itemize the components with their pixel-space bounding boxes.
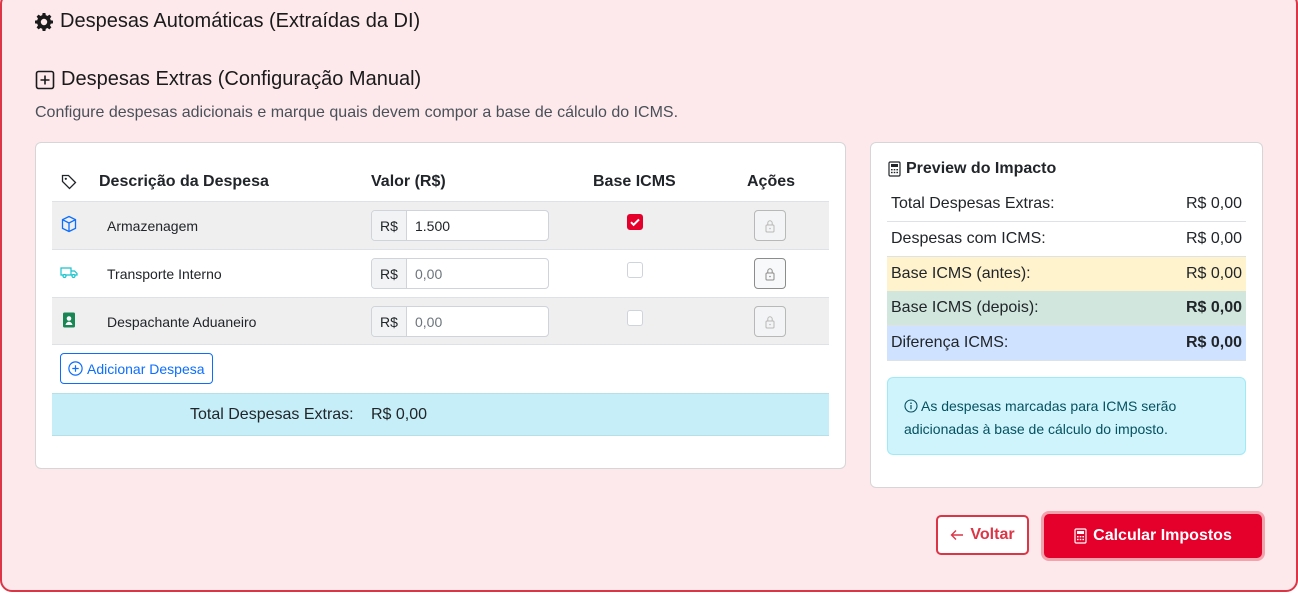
expense-value-input[interactable]: 1.500 xyxy=(407,211,548,240)
plus-square-icon xyxy=(35,70,55,90)
icms-checkbox[interactable] xyxy=(627,214,643,230)
total-row: Total Despesas Extras: R$ 0,00 xyxy=(52,393,829,436)
lock-button[interactable] xyxy=(754,258,786,289)
lock-button[interactable] xyxy=(754,210,786,241)
currency-prefix: R$ xyxy=(372,307,407,336)
preview-label: Despesas com ICMS: xyxy=(891,230,1046,247)
auto-expenses-title: Despesas Automáticas (Extraídas da DI) xyxy=(60,10,421,32)
lock-icon xyxy=(764,219,776,233)
lock-button[interactable] xyxy=(754,306,786,337)
preview-label: Diferença ICMS: xyxy=(891,334,1009,351)
tag-icon xyxy=(61,174,77,190)
lock-icon xyxy=(764,315,776,329)
expense-value-group: R$ 0,00 xyxy=(371,258,549,289)
preview-label: Base ICMS (depois): xyxy=(891,299,1039,316)
back-label: Voltar xyxy=(970,526,1015,543)
expenses-card: Descrição da Despesa Valor (R$) Base ICM… xyxy=(35,142,846,469)
preview-value: R$ 0,00 xyxy=(1185,195,1242,212)
extra-expenses-header: Despesas Extras (Configuração Manual) xyxy=(35,68,421,91)
preview-card: Preview do Impacto Total Despesas Extras… xyxy=(870,142,1263,488)
arrow-left-icon xyxy=(950,529,964,541)
preview-label: Total Despesas Extras: xyxy=(891,195,1055,212)
expense-value-input[interactable]: 0,00 xyxy=(407,307,548,336)
table-header: Descrição da Despesa Valor (R$) Base ICM… xyxy=(52,169,829,201)
currency-prefix: R$ xyxy=(372,211,407,240)
preview-row: Base ICMS (depois): R$ 0,00 xyxy=(887,291,1246,326)
expense-value-group: R$ 0,00 xyxy=(371,306,549,337)
gear-icon xyxy=(34,12,54,32)
preview-value: R$ 0,00 xyxy=(1185,334,1242,351)
preview-row: Diferença ICMS: R$ 0,00 xyxy=(887,326,1246,361)
icms-checkbox[interactable] xyxy=(627,262,643,278)
calculate-label: Calcular Impostos xyxy=(1093,527,1232,544)
calculator-icon xyxy=(1074,528,1087,544)
info-alert: As despesas marcadas para ICMS serão adi… xyxy=(887,377,1246,455)
preview-row: Despesas com ICMS: R$ 0,00 xyxy=(887,222,1246,257)
extra-expenses-title: Despesas Extras (Configuração Manual) xyxy=(61,68,422,90)
expense-description: Armazenagem xyxy=(107,218,199,234)
icms-checkbox[interactable] xyxy=(627,310,643,326)
preview-row: Base ICMS (antes): R$ 0,00 xyxy=(887,257,1246,292)
person-badge-icon xyxy=(60,311,78,329)
expense-description: Transporte Interno xyxy=(107,266,222,282)
box-icon xyxy=(60,215,78,233)
header-value: Valor (R$) xyxy=(371,173,446,190)
auto-expenses-header[interactable]: Despesas Automáticas (Extraídas da DI) xyxy=(34,10,420,33)
calculator-icon xyxy=(888,161,901,177)
add-expense-label: Adicionar Despesa xyxy=(87,360,205,377)
table-row: Despachante Aduaneiro R$ 0,00 xyxy=(52,297,829,345)
expense-value-group: R$ 1.500 xyxy=(371,210,549,241)
preview-header: Preview do Impacto xyxy=(888,160,1056,178)
total-value: R$ 0,00 xyxy=(371,406,428,423)
extra-expenses-subtitle: Configure despesas adicionais e marque q… xyxy=(35,104,679,121)
header-icms: Base ICMS xyxy=(593,173,676,190)
table-row: Armazenagem R$ 1.500 xyxy=(52,201,829,249)
preview-value: R$ 0,00 xyxy=(1185,265,1242,282)
lock-icon xyxy=(764,267,776,281)
preview-value: R$ 0,00 xyxy=(1185,299,1242,316)
header-description: Descrição da Despesa xyxy=(99,173,269,190)
header-actions: Ações xyxy=(747,173,796,190)
table-row: Transporte Interno R$ 0,00 xyxy=(52,249,829,297)
back-button[interactable]: Voltar xyxy=(936,515,1029,555)
info-alert-text: As despesas marcadas para ICMS serão adi… xyxy=(904,398,1177,437)
preview-value: R$ 0,00 xyxy=(1185,230,1242,247)
total-label: Total Despesas Extras: xyxy=(190,406,354,423)
preview-row: Total Despesas Extras: R$ 0,00 xyxy=(887,187,1246,222)
preview-label: Base ICMS (antes): xyxy=(891,265,1031,282)
preview-title: Preview do Impacto xyxy=(906,160,1057,177)
add-expense-button[interactable]: Adicionar Despesa xyxy=(60,353,213,384)
currency-prefix: R$ xyxy=(372,259,407,288)
expense-value-input[interactable]: 0,00 xyxy=(407,259,548,288)
info-circle-icon xyxy=(904,399,918,413)
calculate-taxes-button[interactable]: Calcular Impostos xyxy=(1041,511,1265,561)
truck-icon xyxy=(60,263,78,281)
expense-description: Despachante Aduaneiro xyxy=(107,314,257,330)
plus-circle-icon xyxy=(68,361,83,376)
